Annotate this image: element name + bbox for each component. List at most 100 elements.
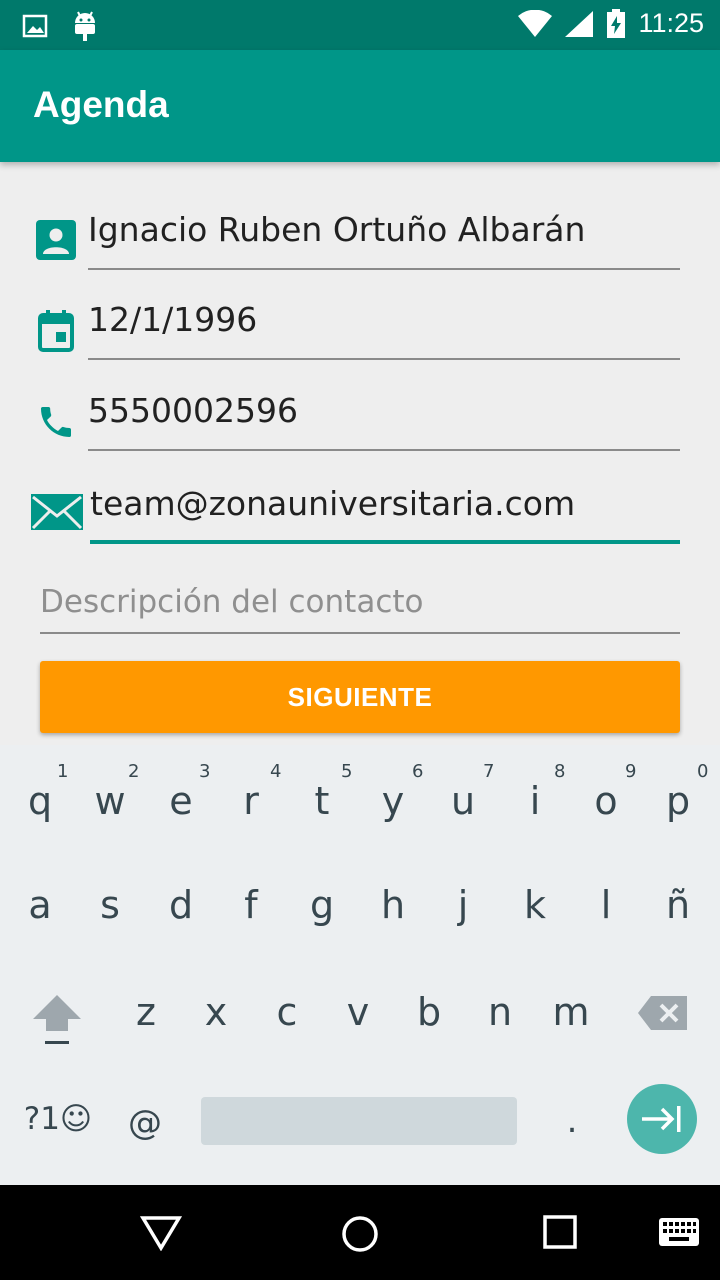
keyboard-icon[interactable] bbox=[659, 1218, 699, 1246]
key-j-label: j bbox=[457, 883, 469, 927]
key-e-label: e bbox=[169, 779, 193, 823]
key-c-label: c bbox=[276, 990, 298, 1034]
shift-key[interactable] bbox=[30, 993, 84, 1049]
home-icon[interactable] bbox=[341, 1215, 379, 1253]
phone-icon bbox=[41, 407, 71, 437]
key-a-label: a bbox=[28, 883, 52, 927]
key-q[interactable]: 1q bbox=[15, 745, 69, 845]
period-key[interactable]: . bbox=[558, 1101, 586, 1141]
key-p-label: p bbox=[665, 779, 691, 823]
backspace-icon bbox=[638, 996, 687, 1030]
battery-charging-icon bbox=[607, 8, 626, 38]
key-o-number: 9 bbox=[625, 761, 637, 782]
space-key[interactable] bbox=[201, 1097, 517, 1145]
key-r[interactable]: 4r bbox=[226, 745, 281, 845]
key-d[interactable]: d bbox=[156, 883, 206, 927]
key-u-label: u bbox=[450, 779, 476, 823]
key-k[interactable]: k bbox=[510, 883, 560, 927]
key-u-number: 7 bbox=[483, 761, 495, 782]
key-d-label: d bbox=[168, 883, 194, 927]
calendar-icon bbox=[38, 310, 74, 352]
soft-keyboard: 1q2w3e4r5t6y7u8i9o0p asdfghjklñ zxcvbnm … bbox=[0, 745, 720, 1185]
name-field[interactable]: Ignacio Ruben Ortuño Albarán bbox=[88, 210, 680, 270]
key-o[interactable]: 9o bbox=[581, 745, 636, 845]
status-bar: 11:25 bbox=[0, 0, 720, 50]
description-underline bbox=[40, 632, 680, 634]
key-e[interactable]: 3e bbox=[156, 745, 210, 845]
at-key[interactable]: @ bbox=[125, 1103, 165, 1143]
next-field-key[interactable] bbox=[627, 1084, 697, 1154]
android-icon bbox=[75, 11, 95, 41]
key-q-number: 1 bbox=[57, 761, 69, 782]
backspace-key[interactable] bbox=[636, 995, 690, 1035]
key-p[interactable]: 0p bbox=[653, 745, 709, 845]
key-g[interactable]: g bbox=[297, 883, 347, 927]
key-v-label: v bbox=[346, 990, 370, 1034]
description-field[interactable]: Descripción del contacto bbox=[40, 582, 680, 634]
key-f-label: f bbox=[244, 883, 258, 927]
key-n-label: n bbox=[487, 990, 513, 1034]
key-u[interactable]: 7u bbox=[438, 745, 495, 845]
key-b-label: b bbox=[416, 990, 442, 1034]
recents-icon[interactable] bbox=[543, 1215, 577, 1249]
key-z-label: z bbox=[136, 990, 156, 1034]
key-s-label: s bbox=[100, 883, 120, 927]
key-z[interactable]: z bbox=[121, 990, 171, 1034]
key-c[interactable]: c bbox=[262, 990, 312, 1034]
phone-value: 5550002596 bbox=[88, 391, 298, 430]
key-h[interactable]: h bbox=[368, 883, 418, 927]
person-icon bbox=[36, 220, 76, 260]
key-y-number: 6 bbox=[412, 761, 424, 782]
key-y-label: y bbox=[381, 779, 405, 823]
image-icon bbox=[22, 14, 48, 38]
key-m[interactable]: m bbox=[546, 990, 596, 1034]
key-a[interactable]: a bbox=[15, 883, 65, 927]
back-icon[interactable] bbox=[140, 1215, 182, 1251]
email-field[interactable]: team@zonauniversitaria.com bbox=[90, 484, 680, 544]
key-i[interactable]: 8i bbox=[510, 745, 566, 845]
key-w[interactable]: 2w bbox=[85, 745, 139, 845]
symbols-key[interactable]: ?1☺ bbox=[18, 1101, 98, 1137]
key-l-label: l bbox=[600, 883, 612, 927]
key-t-label: t bbox=[314, 779, 330, 823]
key-n[interactable]: n bbox=[475, 990, 525, 1034]
key-s[interactable]: s bbox=[85, 883, 135, 927]
key-i-label: i bbox=[529, 779, 541, 823]
date-underline bbox=[88, 358, 680, 360]
key-r-label: r bbox=[243, 779, 259, 823]
key-w-label: w bbox=[94, 779, 126, 823]
app-title: Agenda bbox=[33, 84, 169, 125]
email-value: team@zonauniversitaria.com bbox=[90, 484, 576, 523]
next-button[interactable]: SIGUIENTE bbox=[40, 661, 680, 733]
name-value: Ignacio Ruben Ortuño Albarán bbox=[88, 210, 586, 249]
email-underline bbox=[90, 540, 680, 544]
shift-icon bbox=[33, 995, 81, 1044]
navigation-bar bbox=[0, 1185, 720, 1280]
next-button-label: SIGUIENTE bbox=[287, 681, 433, 712]
signal-icon bbox=[565, 10, 594, 37]
key-v[interactable]: v bbox=[333, 990, 383, 1034]
key-b[interactable]: b bbox=[404, 990, 454, 1034]
key-t-number: 5 bbox=[341, 761, 353, 782]
key-m-label: m bbox=[552, 990, 590, 1034]
key-i-number: 8 bbox=[554, 761, 566, 782]
key-l[interactable]: l bbox=[581, 883, 631, 927]
key-j[interactable]: j bbox=[438, 883, 488, 927]
key-g-label: g bbox=[309, 883, 335, 927]
key-k-label: k bbox=[523, 883, 546, 927]
description-placeholder: Descripción del contacto bbox=[40, 584, 424, 620]
phone-field[interactable]: 5550002596 bbox=[88, 391, 680, 451]
date-field[interactable]: 12/1/1996 bbox=[88, 300, 680, 360]
key-t[interactable]: 5t bbox=[297, 745, 353, 845]
app-bar: Agenda bbox=[0, 50, 720, 162]
wifi-icon bbox=[518, 9, 553, 37]
key-x[interactable]: x bbox=[191, 990, 241, 1034]
name-underline bbox=[88, 268, 680, 270]
key-y[interactable]: 6y bbox=[368, 745, 424, 845]
key-ñ-label: ñ bbox=[665, 883, 691, 927]
mail-icon bbox=[31, 494, 83, 530]
key-ñ[interactable]: ñ bbox=[653, 883, 703, 927]
key-f[interactable]: f bbox=[226, 883, 276, 927]
key-x-label: x bbox=[204, 990, 228, 1034]
tab-next-icon bbox=[642, 1106, 681, 1132]
